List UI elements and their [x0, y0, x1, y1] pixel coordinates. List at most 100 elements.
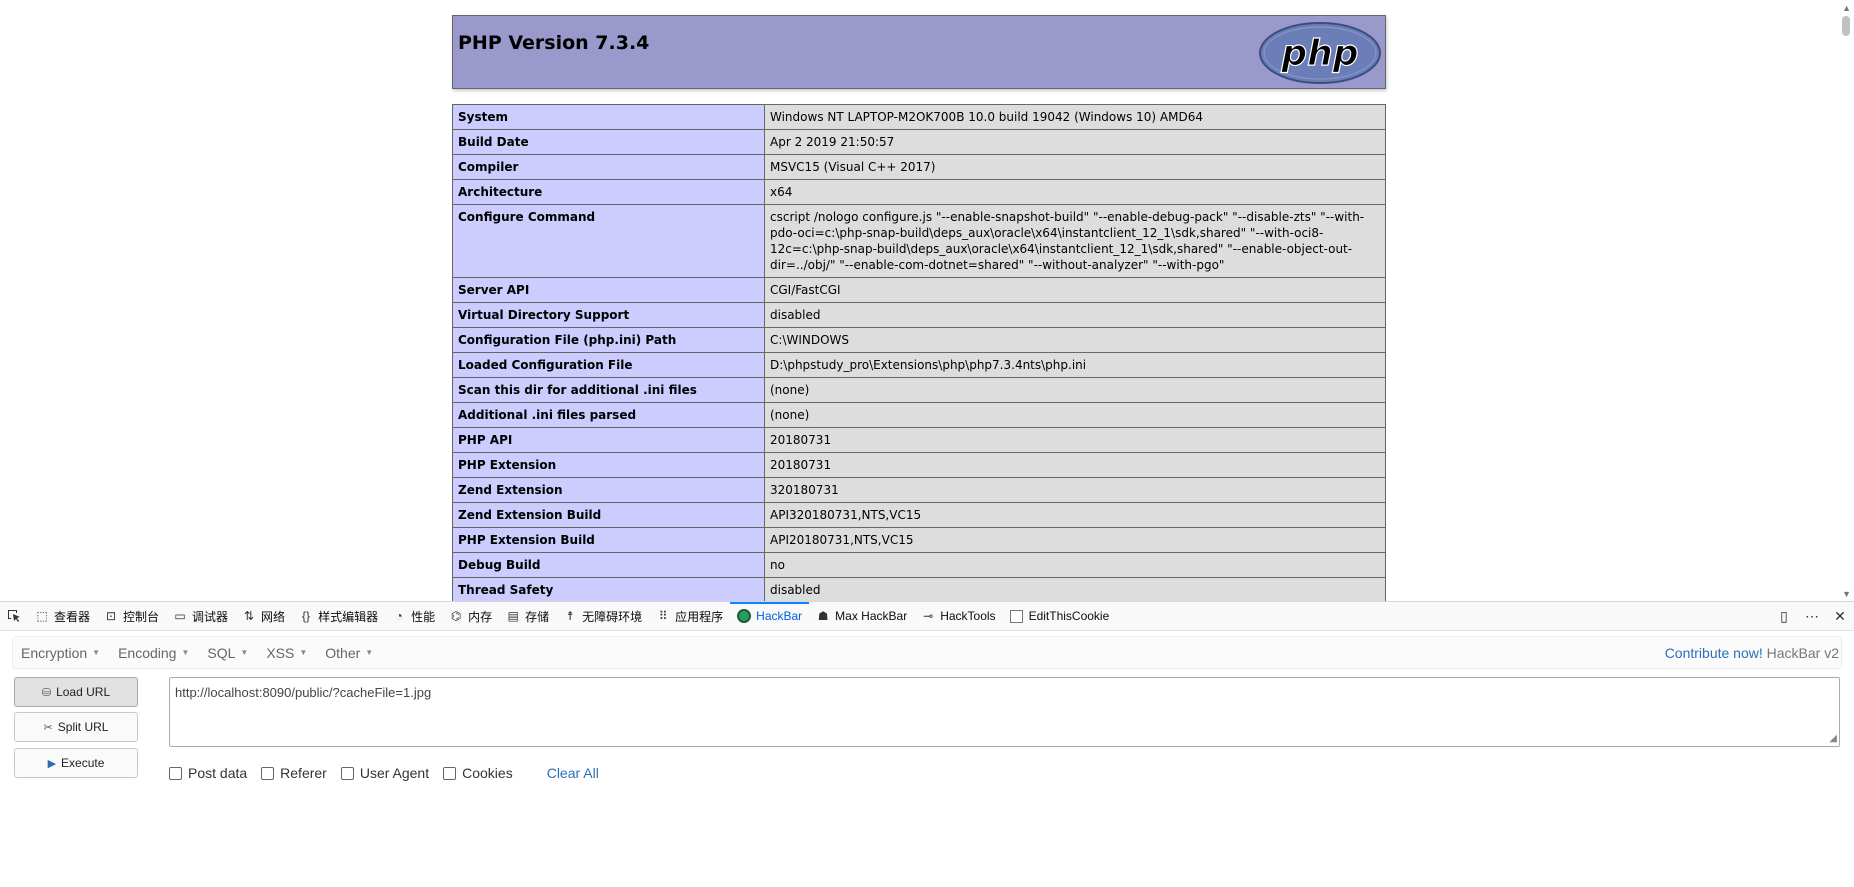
option-post-data[interactable]: Post data [169, 765, 247, 781]
table-row: PHP API 20180731 [452, 427, 1386, 453]
tab-hackbar[interactable]: HackBar [730, 601, 810, 631]
clear-all-link[interactable]: Clear All [547, 765, 599, 781]
tab-性能[interactable]: ◔ 性能 [385, 602, 442, 631]
row-key: Compiler [452, 154, 765, 180]
row-key: Thread Safety [452, 577, 765, 601]
menu-label: XSS [266, 644, 295, 661]
row-key: Zend Extension [452, 477, 765, 503]
table-row: Zend Extension 320180731 [452, 477, 1386, 503]
checkbox[interactable] [261, 766, 275, 780]
row-value: D:\phpstudy_pro\Extensions\php\php7.3.4n… [764, 352, 1386, 378]
tab-调试器[interactable]: ▭ 调试器 [166, 602, 235, 631]
php-logo-text: php [1280, 33, 1358, 74]
console-icon: ⊡ [105, 609, 117, 623]
more-options-icon[interactable]: ⋯ [1798, 608, 1826, 625]
row-key: Debug Build [452, 552, 765, 578]
close-devtools-icon[interactable]: ✕ [1826, 608, 1854, 625]
hackbar-version: HackBar v2 [1766, 644, 1839, 661]
checkbox[interactable] [443, 766, 457, 780]
scroll-up-icon[interactable]: ▲ [1842, 3, 1851, 13]
option-referer[interactable]: Referer [261, 765, 327, 781]
row-value: API20180731,NTS,VC15 [764, 527, 1386, 553]
row-key: Virtual Directory Support [452, 302, 765, 328]
scroll-thumb[interactable] [1842, 16, 1850, 36]
execute-button[interactable]: ▶ Execute [14, 748, 138, 778]
split-url-label: Split URL [57, 720, 109, 734]
table-row: Additional .ini files parsed (none) [452, 402, 1386, 428]
tab-hacktools[interactable]: ⊸ HackTools [914, 602, 1002, 631]
table-row: Loaded Configuration File D:\phpstudy_pro… [452, 352, 1386, 378]
row-value: Apr 2 2019 21:50:57 [764, 129, 1386, 155]
tab-应用程序[interactable]: ⠿ 应用程序 [649, 602, 730, 631]
tab-内存[interactable]: ⌬ 内存 [442, 602, 499, 631]
menu-label: Other [325, 644, 361, 661]
tab-label: 内存 [468, 609, 493, 624]
checkbox[interactable] [169, 766, 182, 780]
tab-label: 存储 [525, 609, 550, 624]
hackbar-contribute: Contribute now! HackBar v2 [1665, 645, 1841, 661]
menu-other[interactable]: Other ▼ [317, 645, 381, 661]
row-key: System [452, 104, 765, 130]
accessibility-icon: ☨ [566, 609, 574, 623]
menu-label: SQL [207, 644, 236, 661]
row-key: PHP Extension [452, 452, 765, 478]
table-row: Build Date Apr 2 2019 21:50:57 [452, 129, 1386, 155]
tab-无障碍环境[interactable]: ☨ 无障碍环境 [556, 602, 649, 631]
table-row: Compiler MSVC15 (Visual C++ 2017) [452, 154, 1386, 180]
split-url-button[interactable]: ✂ Split URL [14, 712, 138, 742]
row-key: Zend Extension Build [452, 502, 765, 528]
row-value: CGI/FastCGI [764, 277, 1386, 303]
dock-side-icon[interactable]: ▯ [1770, 608, 1798, 625]
option-user-agent[interactable]: User Agent [340, 765, 430, 781]
chevron-down-icon: ▼ [181, 648, 190, 657]
row-value: API320180731,NTS,VC15 [764, 502, 1386, 528]
tab-label: 无障碍环境 [582, 609, 643, 624]
menu-label: Encryption [21, 644, 88, 661]
option-label: Post data [188, 765, 248, 781]
menu-encryption[interactable]: Encryption ▼ [13, 645, 108, 661]
url-value: http://localhost:8090/public/?cacheFile=… [175, 685, 432, 700]
page-scrollbar[interactable]: ▲ ▼ [1838, 0, 1854, 601]
checkbox[interactable] [340, 766, 354, 780]
table-row: System Windows NT LAPTOP-M2OK700B 10.0 bu… [452, 104, 1386, 130]
tab-label: 调试器 [192, 609, 229, 624]
url-input[interactable]: http://localhost:8090/public/?cacheFile=… [169, 677, 1840, 747]
menu-encoding[interactable]: Encoding ▼ [110, 645, 197, 661]
inspector-icon: ⬚ [36, 609, 48, 623]
row-key: PHP Extension Build [452, 527, 765, 553]
load-url-button[interactable]: ⛁ Load URL [14, 677, 138, 707]
menu-label: Encoding [118, 644, 177, 661]
tab-控制台[interactable]: ⊡ 控制台 [97, 602, 166, 631]
scroll-down-icon[interactable]: ▼ [1842, 589, 1851, 599]
table-row: PHP Extension Build API20180731,NTS,VC15 [452, 527, 1386, 553]
row-key: Server API [452, 277, 765, 303]
tab-网络[interactable]: ⇅ 网络 [235, 602, 292, 631]
element-picker-button[interactable] [0, 602, 28, 631]
devtools-toolbar: ⬚ 查看器 ⊡ 控制台 ▭ 调试器 ⇅ 网络 {} 样式编辑器 ◔ 性能 ⌬ 内存 ▤ 存储 ☨ 无障碍环境 ⠿ 应用… [0, 601, 1854, 631]
table-row: Architecture x64 [452, 179, 1386, 205]
tab-样式编辑器[interactable]: {} 样式编辑器 [292, 602, 385, 631]
tab-max-hackbar[interactable]: ☗ Max HackBar [809, 602, 914, 631]
table-row: PHP Extension 20180731 [452, 452, 1386, 478]
hackbar-options: Post data Referer User Agent Cookies Clear … [169, 765, 599, 781]
resize-handle-icon[interactable]: ◢ [1829, 733, 1837, 744]
element-picker-icon [8, 610, 20, 622]
menu-xss[interactable]: XSS ▼ [258, 645, 315, 661]
performance-icon: ◔ [395, 609, 403, 623]
load-url-icon: ⛁ [41, 686, 52, 699]
table-row: Scan this dir for additional .ini files(… [452, 377, 1386, 403]
option-label: User Agent [359, 765, 430, 781]
tab-查看器[interactable]: ⬚ 查看器 [28, 602, 97, 631]
row-value: (none) [764, 377, 1386, 403]
php-header: PHP Version 7.3.4 php [452, 15, 1386, 89]
option-cookies[interactable]: Cookies [443, 765, 513, 781]
tab-editthiscookie[interactable]: EditThisCookie [1003, 602, 1117, 631]
chevron-down-icon: ▼ [240, 648, 249, 657]
contribute-link[interactable]: Contribute now! [1665, 645, 1763, 661]
row-value: no [764, 552, 1386, 578]
row-value: cscript /nologo configure.js "--enable-s… [764, 204, 1386, 278]
row-value: C:\WINDOWS [764, 327, 1386, 353]
menu-sql[interactable]: SQL ▼ [199, 645, 256, 661]
row-value: 320180731 [764, 477, 1386, 503]
tab-存储[interactable]: ▤ 存储 [499, 602, 556, 631]
